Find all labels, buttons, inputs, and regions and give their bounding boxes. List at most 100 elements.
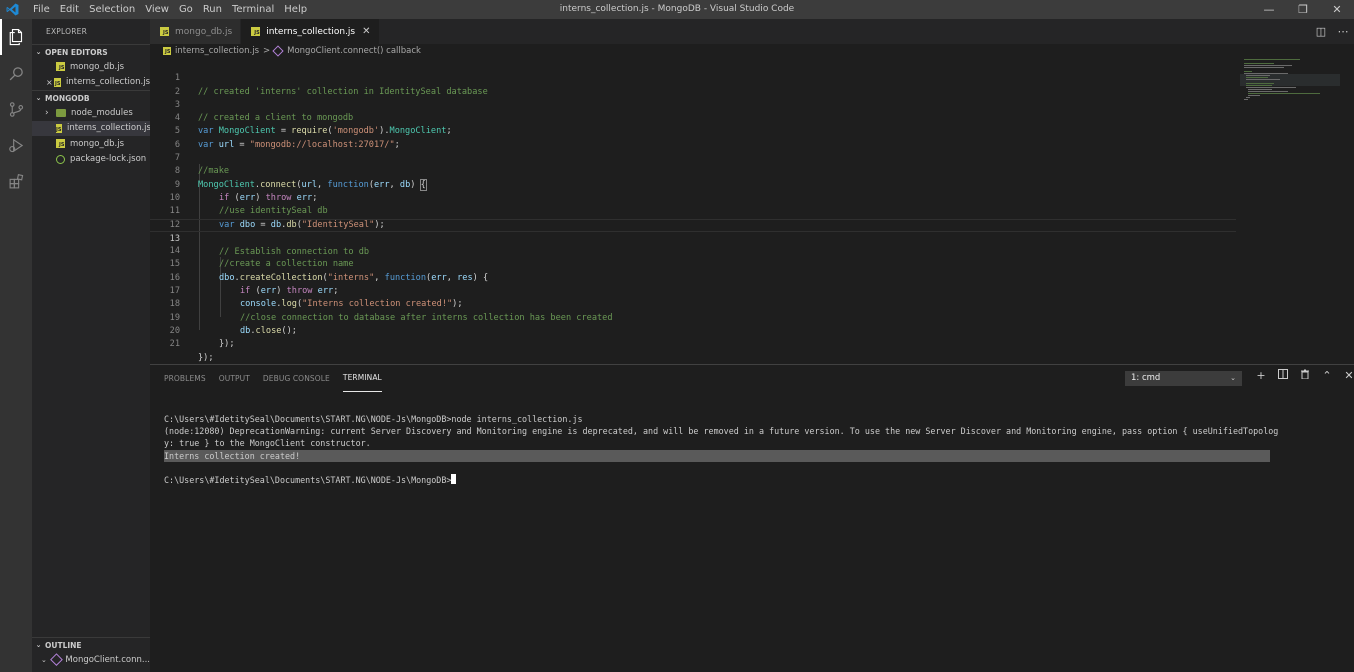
terminal-output[interactable]: C:\Users\#IdetitySeal\Documents\START.NG… [164, 413, 1279, 486]
js-file-icon: JS [160, 27, 169, 36]
js-file-icon: JS [163, 47, 171, 55]
breadcrumb: JS interns_collection.js > MongoClient.c… [150, 44, 421, 58]
js-file-icon: JS [56, 139, 65, 149]
menu-bar: File Edit Selection View Go Run Terminal… [28, 0, 312, 19]
tab-interns-collection[interactable]: JS interns_collection.js ✕ [241, 19, 380, 44]
tab-mongo-db[interactable]: JS mongo_db.js [150, 19, 242, 44]
code-line: 12 [150, 205, 1236, 230]
js-file-icon: JS [251, 27, 261, 36]
trash-icon[interactable] [1294, 369, 1316, 382]
title-bar: File Edit Selection View Go Run Terminal… [0, 0, 1354, 19]
menu-go[interactable]: Go [174, 0, 198, 19]
folder-item-node-modules[interactable]: › node_modules [32, 105, 150, 121]
outline-item[interactable]: ⌄ MongoClient.conn... [32, 652, 150, 668]
terminal-line-selected: Interns collection created! [164, 449, 1270, 462]
run-debug-icon[interactable] [0, 127, 32, 163]
code-line: 4 var MongoClient = require('mongodb').M… [150, 99, 1236, 136]
menu-selection[interactable]: Selection [84, 0, 140, 19]
folder-label: MONGODB [45, 93, 90, 103]
maximize-panel-icon[interactable]: ⌃ [1316, 369, 1338, 382]
split-editor-icon[interactable]: ◫ [1310, 25, 1332, 38]
js-file-icon: JS [56, 62, 65, 72]
code-token: }); [198, 352, 214, 363]
tab-debug-console[interactable]: DEBUG CONSOLE [263, 365, 330, 392]
new-terminal-icon[interactable]: + [1250, 369, 1272, 382]
tab-terminal[interactable]: TERMINAL [342, 365, 382, 392]
code-line: 2 [150, 72, 1236, 97]
menu-run[interactable]: Run [198, 0, 227, 19]
outline-header[interactable]: ⌄ OUTLINE [32, 637, 150, 652]
menu-terminal[interactable]: Terminal [227, 0, 279, 19]
vscode-logo-icon [2, 0, 22, 19]
menu-view[interactable]: View [140, 0, 174, 19]
folder-item-package-lock[interactable]: package-lock.json [32, 152, 150, 168]
terminal-line: y: true } to the MongoClient constructor… [164, 438, 371, 449]
terminal-selector-value: 1: cmd [1131, 373, 1161, 383]
restore-button[interactable]: ❐ [1286, 0, 1320, 19]
open-editor-label: interns_collection.js [66, 77, 150, 88]
breadcrumb-file[interactable]: interns_collection.js [175, 46, 259, 56]
bottom-panel: PROBLEMS OUTPUT DEBUG CONSOLE TERMINAL 1… [150, 364, 1354, 672]
chevron-down-icon: ⌄ [35, 93, 42, 102]
tab-label: mongo_db.js [175, 26, 233, 37]
terminal-line: (node:12080) DeprecationWarning: current… [164, 426, 1279, 437]
breadcrumb-symbol[interactable]: MongoClient.connect() callback [287, 46, 421, 56]
code-line: 10 //use identitySeal db [150, 179, 1236, 216]
close-window-button[interactable]: ✕ [1320, 0, 1354, 19]
open-editor-item-active[interactable]: × JS interns_collection.js [32, 75, 150, 91]
folder-header[interactable]: ⌄ MONGODB [32, 90, 150, 105]
terminal-prompt: C:\Users\#IdetitySeal\Documents\START.NG… [164, 474, 452, 485]
folder-item-label: node_modules [71, 107, 133, 118]
folder-item-interns-collection[interactable]: JS interns_collection.js [32, 120, 150, 136]
code-editor[interactable]: 1 // created 'interns' collection in Ide… [150, 58, 1354, 363]
code-line-current: 13 // Establish connection to db [150, 218, 1236, 257]
panel-actions: + ⌃ ✕ [1250, 369, 1354, 382]
minimize-button[interactable]: — [1252, 0, 1286, 19]
close-tab-icon[interactable]: ✕ [362, 26, 370, 37]
terminal-prompt-line: C:\Users\#IdetitySeal\Documents\START.NG… [164, 473, 1270, 486]
code-line: 7 //make [150, 139, 1236, 176]
tab-problems[interactable]: PROBLEMS [164, 365, 206, 392]
menu-edit[interactable]: Edit [55, 0, 84, 19]
explorer-sidebar: EXPLORER ⌄ OPEN EDITORS JS mongo_db.js ×… [32, 19, 150, 672]
chevron-down-icon: ⌄ [35, 640, 42, 649]
explorer-icon[interactable] [0, 19, 32, 55]
chevron-down-icon: ⌄ [35, 47, 42, 56]
tab-output[interactable]: OUTPUT [219, 365, 250, 392]
source-control-icon[interactable] [0, 91, 32, 127]
menu-help[interactable]: Help [279, 0, 312, 19]
code-line: 8 MongoClient.connect(url, function(err,… [150, 152, 1236, 191]
outline-section: ⌄ OUTLINE ⌄ MongoClient.conn... [32, 637, 150, 668]
close-editor-icon[interactable]: × [45, 78, 54, 87]
code-line: 3 // created a client to mongodb [150, 86, 1236, 123]
folder-item-label: interns_collection.js [66, 123, 150, 134]
outline-label: OUTLINE [45, 640, 82, 650]
open-editor-item[interactable]: JS mongo_db.js [32, 59, 150, 75]
js-file-icon: JS [56, 123, 62, 133]
js-file-icon: JS [53, 77, 61, 87]
folder-icon [56, 108, 66, 117]
code-line: 9 if (err) throw err; [150, 165, 1236, 203]
terminal-selector[interactable]: 1: cmd ⌄ [1125, 371, 1242, 386]
folder-item-label: mongo_db.js [70, 138, 124, 149]
menu-file[interactable]: File [28, 0, 55, 19]
search-icon[interactable] [0, 55, 32, 91]
more-actions-icon[interactable]: ⋯ [1332, 25, 1354, 38]
minimap[interactable] [1240, 58, 1340, 108]
terminal-cursor [451, 473, 457, 484]
editor-tabs: JS mongo_db.js JS interns_collection.js … [150, 19, 1354, 44]
open-editor-label: mongo_db.js [70, 61, 124, 72]
activity-bar [0, 19, 32, 672]
method-icon [272, 45, 284, 57]
code-line: 18 //close connection to database after … [150, 285, 1236, 322]
open-editors-header[interactable]: ⌄ OPEN EDITORS [32, 44, 150, 59]
close-panel-icon[interactable]: ✕ [1338, 369, 1354, 382]
split-terminal-icon[interactable] [1272, 369, 1294, 382]
folder-item-mongo-db[interactable]: JS mongo_db.js [32, 136, 150, 152]
code-line: 11 var dbo = db.db("IdentitySeal"); [150, 192, 1236, 229]
chevron-down-icon: ⌄ [1230, 374, 1236, 382]
extensions-icon[interactable] [0, 163, 32, 199]
code-token: }); [219, 339, 235, 350]
code-line: 17 console.log("Interns collection creat… [150, 272, 1236, 309]
code-line: 15 dbo.createCollection("interns", funct… [150, 245, 1236, 282]
